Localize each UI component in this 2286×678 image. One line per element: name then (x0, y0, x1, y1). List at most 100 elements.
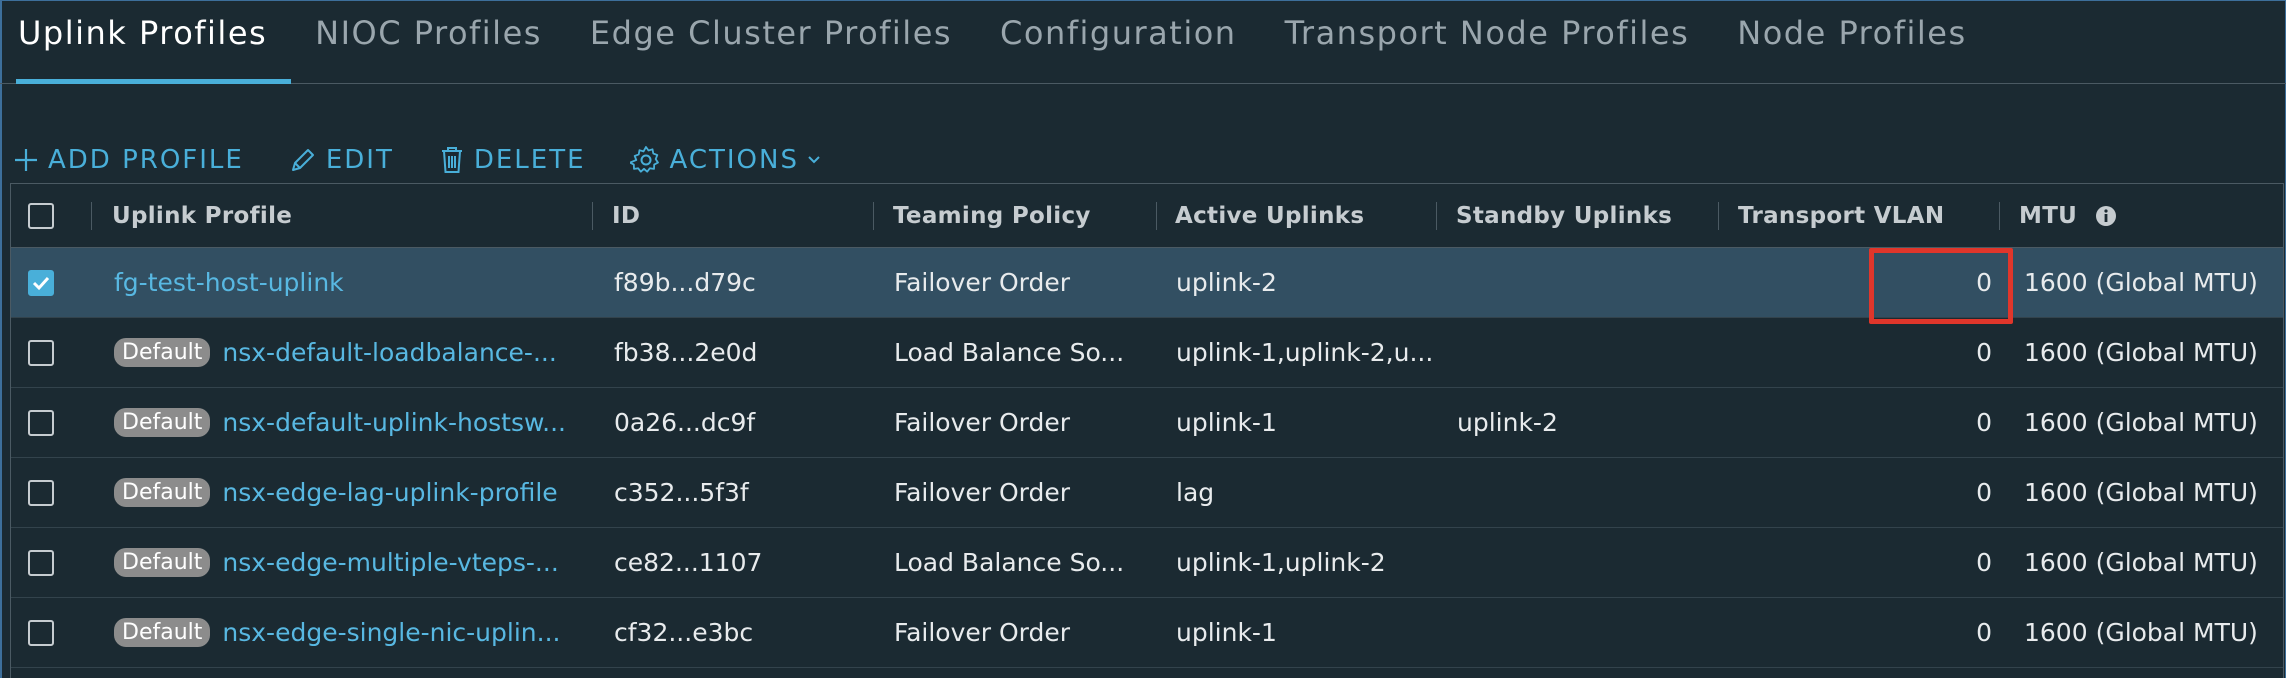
transport-vlan: 0 (1976, 338, 1992, 367)
trash-icon (441, 147, 462, 173)
profile-name-cell: Default nsx-edge-lag-uplink-profile (114, 458, 584, 527)
table-row[interactable]: Default nsx-default-loadbalance-... fb38… (11, 318, 2283, 388)
row-select-cell (28, 458, 68, 527)
tab-label: NIOC Profiles (315, 14, 542, 52)
header-standby-uplinks[interactable]: Standby Uplinks (1456, 184, 1716, 247)
row-checkbox[interactable] (28, 619, 54, 646)
select-all-cell (28, 184, 68, 247)
mtu-value: 1600 (Global MTU) (2024, 548, 2258, 577)
row-select-cell (28, 388, 68, 457)
column-divider (1156, 202, 1157, 230)
tab-nioc-profiles[interactable]: NIOC Profiles (291, 0, 566, 84)
profile-name-link[interactable]: nsx-default-loadbalance-... (222, 338, 556, 367)
annotation-highlight-box (1869, 248, 2013, 324)
edit-button[interactable]: EDIT (288, 145, 394, 175)
table-row[interactable]: Default nsx-edge-lag-uplink-profile c352… (11, 458, 2283, 528)
checkmark-icon (32, 276, 50, 290)
profile-id: cf32...e3bc (614, 618, 754, 647)
mtu-value: 1600 (Global MTU) (2024, 268, 2258, 297)
info-icon[interactable] (2095, 205, 2117, 227)
transport-vlan: 0 (1976, 618, 1992, 647)
active-uplinks: uplink-1,uplink-2,u... (1176, 338, 1434, 367)
standby-uplinks (1457, 528, 1717, 597)
tab-configuration[interactable]: Configuration (976, 0, 1261, 84)
teaming-policy: Load Balance So... (894, 548, 1125, 577)
standby-uplinks (1457, 248, 1717, 317)
active-uplinks: uplink-1,uplink-2 (1176, 548, 1386, 577)
mtu-value: 1600 (Global MTU) (2024, 618, 2258, 647)
column-divider (1436, 202, 1437, 230)
row-checkbox[interactable] (28, 549, 54, 576)
default-badge: Default (114, 548, 211, 577)
actions-label: ACTIONS (669, 145, 799, 175)
header-uplink-profile[interactable]: Uplink Profile (112, 184, 592, 247)
profile-name-link[interactable]: nsx-edge-lag-uplink-profile (222, 478, 557, 507)
table-row[interactable]: Default nsx-edge-multiple-vteps-... ce82… (11, 528, 2283, 598)
column-divider (592, 202, 593, 230)
tab-bar: Uplink Profiles NIOC Profiles Edge Clust… (0, 0, 2286, 84)
profile-id: c352...5f3f (614, 478, 749, 507)
header-active-uplinks[interactable]: Active Uplinks (1175, 184, 1435, 247)
profile-name-cell: Default nsx-edge-single-nic-uplin... (114, 598, 584, 667)
row-checkbox[interactable] (28, 339, 54, 366)
default-badge: Default (114, 618, 211, 647)
action-toolbar: ADD PROFILE EDIT DELETE ACTIONS (12, 140, 867, 180)
header-id[interactable]: ID (612, 184, 872, 247)
header-transport-vlan[interactable]: Transport VLAN (1738, 184, 1998, 247)
plus-icon (15, 149, 37, 171)
chevron-down-icon (808, 156, 820, 164)
header-mtu[interactable]: MTU (2019, 203, 2077, 229)
transport-vlan: 0 (1976, 478, 1992, 507)
mtu-value: 1600 (Global MTU) (2024, 408, 2258, 437)
row-select-cell (28, 248, 68, 317)
select-all-checkbox[interactable] (28, 202, 54, 229)
tab-transport-node-profiles[interactable]: Transport Node Profiles (1261, 0, 1714, 84)
tab-label: Transport Node Profiles (1284, 14, 1690, 52)
active-uplinks: uplink-1 (1176, 618, 1277, 647)
teaming-policy: Failover Order (894, 618, 1071, 647)
default-badge: Default (114, 408, 211, 437)
add-profile-label: ADD PROFILE (48, 145, 244, 175)
tab-edge-cluster-profiles[interactable]: Edge Cluster Profiles (566, 0, 976, 84)
add-profile-button[interactable]: ADD PROFILE (12, 145, 244, 175)
row-checkbox[interactable] (28, 269, 54, 296)
profile-name-cell: Default nsx-edge-multiple-vteps-... (114, 528, 584, 597)
profile-id: ce82...1107 (614, 548, 763, 577)
row-checkbox[interactable] (28, 409, 54, 436)
table-row[interactable]: Default nsx-edge-single-nic-uplin... cf3… (11, 598, 2283, 668)
tab-label: Edge Cluster Profiles (589, 14, 953, 52)
teaming-policy: Failover Order (894, 408, 1071, 437)
edit-label: EDIT (325, 145, 394, 175)
tab-label: Node Profiles (1737, 14, 1967, 52)
profile-name-link[interactable]: nsx-default-uplink-hostsw... (222, 408, 566, 437)
actions-menu-button[interactable]: ACTIONS (629, 144, 823, 176)
gear-icon (629, 146, 659, 173)
teaming-policy: Failover Order (894, 268, 1071, 297)
table-row[interactable]: Default nsx-default-uplink-hostsw... 0a2… (11, 388, 2283, 458)
profile-name-link[interactable]: nsx-edge-multiple-vteps-... (222, 548, 558, 577)
pencil-icon (291, 149, 314, 171)
tab-label: Uplink Profiles (18, 14, 268, 52)
tab-node-profiles[interactable]: Node Profiles (1713, 0, 1990, 84)
teaming-policy: Failover Order (894, 478, 1071, 507)
profile-name-cell: Default nsx-default-uplink-hostsw... (114, 388, 584, 457)
profile-name-cell: Default nsx-default-loadbalance-... (114, 318, 584, 387)
transport-vlan: 0 (1976, 548, 1992, 577)
profile-name-link[interactable]: nsx-edge-single-nic-uplin... (222, 618, 560, 647)
row-select-cell (28, 528, 68, 597)
mtu-value: 1600 (Global MTU) (2024, 338, 2258, 367)
default-badge: Default (114, 478, 211, 507)
delete-button[interactable]: DELETE (438, 145, 586, 175)
active-uplinks: lag (1176, 478, 1215, 507)
table-header-row: Uplink Profile ID Teaming Policy Active … (11, 184, 2283, 248)
tab-uplink-profiles[interactable]: Uplink Profiles (0, 0, 292, 84)
profile-name-link[interactable]: fg-test-host-uplink (114, 248, 584, 317)
row-select-cell (28, 318, 68, 387)
tab-label: Configuration (1000, 14, 1237, 52)
column-divider (1718, 202, 1719, 230)
profile-id: f89b...d79c (614, 268, 756, 297)
standby-uplinks (1457, 598, 1717, 667)
header-teaming-policy[interactable]: Teaming Policy (893, 184, 1153, 247)
row-checkbox[interactable] (28, 479, 54, 506)
standby-uplinks (1457, 458, 1717, 527)
